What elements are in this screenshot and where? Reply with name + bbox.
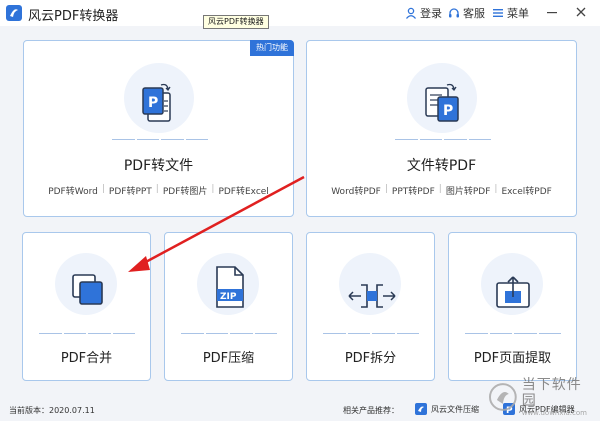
login-label: 登录 bbox=[420, 7, 442, 20]
menu-label: 菜单 bbox=[507, 7, 529, 20]
app-title: 风云PDF转换器 bbox=[28, 9, 119, 24]
extract-icon bbox=[496, 276, 530, 308]
pdf-merge-card[interactable]: PDF合并 bbox=[22, 232, 151, 381]
minimize-button[interactable] bbox=[544, 3, 560, 21]
pdf-to-file-links: PDF转Word | PDF转PPT | PDF转图片 | PDF转Excel bbox=[24, 184, 293, 197]
pdf-extract-card[interactable]: PDF页面提取 bbox=[448, 232, 577, 381]
pdf-split-title: PDF拆分 bbox=[344, 351, 397, 366]
service-label: 客服 bbox=[463, 7, 485, 20]
app-logo-icon bbox=[6, 5, 22, 21]
pdf-compress-card[interactable]: ZIP PDF压缩 bbox=[164, 232, 293, 381]
pdf-compress-title: PDF压缩 bbox=[202, 351, 255, 366]
service-button[interactable]: 客服 bbox=[448, 5, 485, 21]
minimize-icon bbox=[547, 12, 557, 14]
zip-file-icon bbox=[216, 266, 244, 308]
file-to-pdf-card[interactable]: P 文件转PDF Word转PDF | PPT转PDF | 图片转PDF | E… bbox=[306, 40, 577, 217]
close-button[interactable] bbox=[573, 3, 589, 21]
link-pdf-to-word[interactable]: PDF转Word bbox=[44, 184, 102, 197]
watermark-logo-icon bbox=[488, 383, 517, 411]
link-pdf-to-excel[interactable]: PDF转Excel bbox=[214, 184, 272, 197]
decor-dash-line bbox=[39, 333, 135, 334]
headset-icon bbox=[449, 8, 459, 18]
split-icon bbox=[348, 284, 396, 308]
svg-text:P: P bbox=[443, 103, 453, 119]
menu-button[interactable]: 菜单 bbox=[492, 5, 529, 21]
hamburger-icon bbox=[493, 9, 503, 17]
version-text: 当前版本：2020.07.11 bbox=[9, 406, 95, 415]
watermark-cn: 当下软件园 bbox=[521, 376, 582, 409]
zip-label: ZIP bbox=[220, 292, 237, 302]
svg-text:P: P bbox=[148, 95, 158, 111]
link-image-to-pdf[interactable]: 图片转PDF bbox=[442, 184, 495, 197]
watermark: 当下软件园 www.downxia.com bbox=[488, 377, 596, 418]
file-to-pdf-icon: P bbox=[425, 83, 459, 122]
pdf-to-file-card[interactable]: 热门功能 P PDF转文件 PDF转Word | PDF转PPT | PDF转图… bbox=[23, 40, 294, 217]
hot-feature-badge: 热门功能 bbox=[250, 40, 294, 56]
watermark-en: www.downxia.com bbox=[521, 408, 587, 417]
recommend-label: 相关产品推荐： bbox=[343, 406, 399, 415]
merge-icon bbox=[72, 274, 103, 305]
link-word-to-pdf[interactable]: Word转PDF bbox=[327, 184, 385, 197]
pdf-to-file-icon: P bbox=[142, 83, 171, 122]
pdf-extract-title: PDF页面提取 bbox=[473, 351, 552, 366]
product-compress-label: 风云文件压缩 bbox=[431, 404, 479, 414]
product-compress-link[interactable]: 风云文件压缩 bbox=[415, 403, 479, 415]
link-pdf-to-ppt[interactable]: PDF转PPT bbox=[105, 184, 156, 197]
link-excel-to-pdf[interactable]: Excel转PDF bbox=[497, 184, 555, 197]
login-button[interactable]: 登录 bbox=[405, 5, 442, 21]
watermark-text: 当下软件园 www.downxia.com bbox=[522, 377, 596, 418]
title-tooltip: 风云PDF转换器 bbox=[203, 15, 269, 29]
close-icon bbox=[576, 7, 586, 17]
decor-dash-line bbox=[323, 333, 419, 334]
pdf-to-file-title: PDF转文件 bbox=[123, 158, 194, 174]
decor-dash-line bbox=[181, 333, 277, 334]
decor-dash-line bbox=[395, 139, 491, 140]
file-to-pdf-links: Word转PDF | PPT转PDF | 图片转PDF | Excel转PDF bbox=[307, 184, 576, 197]
pdf-split-card[interactable]: PDF拆分 bbox=[306, 232, 435, 381]
decor-dash-line bbox=[465, 333, 561, 334]
pdf-merge-title: PDF合并 bbox=[60, 351, 113, 366]
decor-dash-line bbox=[112, 139, 208, 140]
link-ppt-to-pdf[interactable]: PPT转PDF bbox=[388, 184, 439, 197]
file-to-pdf-title: 文件转PDF bbox=[406, 158, 477, 174]
user-icon bbox=[405, 7, 417, 19]
file-compress-app-icon bbox=[415, 403, 427, 415]
link-pdf-to-image[interactable]: PDF转图片 bbox=[159, 184, 212, 197]
title-bar: 风云PDF转换器 登录 客服 菜单 bbox=[0, 0, 600, 26]
